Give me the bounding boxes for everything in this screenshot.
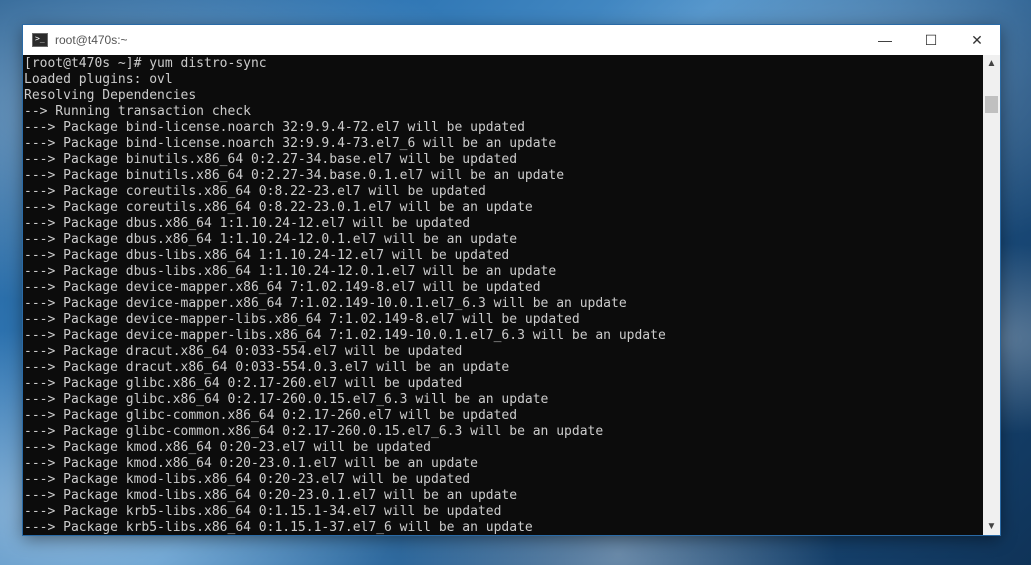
terminal-line: Loaded plugins: ovl <box>24 72 173 87</box>
title-bar[interactable]: >_ root@t470s:~ — ☐ ✕ <box>23 25 1000 55</box>
terminal-line: ---> Package glibc-common.x86_64 0:2.17-… <box>24 424 604 439</box>
terminal-line: ---> Package dbus.x86_64 1:1.10.24-12.el… <box>24 216 471 231</box>
scroll-thumb[interactable] <box>985 96 998 113</box>
terminal-line: ---> Package device-mapper-libs.x86_64 7… <box>24 312 580 327</box>
terminal-line: ---> Package coreutils.x86_64 0:8.22-23.… <box>24 200 533 215</box>
minimize-button[interactable]: — <box>862 25 908 55</box>
terminal-line: ---> Package dbus.x86_64 1:1.10.24-12.0.… <box>24 232 518 247</box>
terminal-output[interactable]: [root@t470s ~]# yum distro-sync Loaded p… <box>23 55 983 535</box>
terminal-line: ---> Package krb5-libs.x86_64 0:1.15.1-3… <box>24 520 533 535</box>
window-title: root@t470s:~ <box>55 33 128 47</box>
terminal-line: ---> Package dbus-libs.x86_64 1:1.10.24-… <box>24 264 557 279</box>
terminal-line: ---> Package kmod.x86_64 0:20-23.el7 wil… <box>24 440 431 455</box>
terminal-line: ---> Package kmod.x86_64 0:20-23.0.1.el7… <box>24 456 478 471</box>
scroll-up-arrow-icon[interactable]: ▲ <box>983 55 1000 72</box>
terminal-line: ---> Package binutils.x86_64 0:2.27-34.b… <box>24 168 565 183</box>
terminal-line: ---> Package device-mapper.x86_64 7:1.02… <box>24 296 627 311</box>
close-button[interactable]: ✕ <box>954 25 1000 55</box>
terminal-icon: >_ <box>32 33 48 47</box>
terminal-line: ---> Package krb5-libs.x86_64 0:1.15.1-3… <box>24 504 502 519</box>
terminal-line: ---> Package bind-license.noarch 32:9.9.… <box>24 120 525 135</box>
terminal-line: ---> Package device-mapper-libs.x86_64 7… <box>24 328 666 343</box>
terminal-line: ---> Package device-mapper.x86_64 7:1.02… <box>24 280 541 295</box>
terminal-line: ---> Package kmod-libs.x86_64 0:20-23.0.… <box>24 488 518 503</box>
terminal-line: ---> Package dracut.x86_64 0:033-554.el7… <box>24 344 463 359</box>
terminal-window[interactable]: >_ root@t470s:~ — ☐ ✕ [root@t470s ~]# yu… <box>23 25 1000 535</box>
terminal-line: Resolving Dependencies <box>24 88 197 103</box>
terminal-line: ---> Package dracut.x86_64 0:033-554.0.3… <box>24 360 510 375</box>
window-controls: — ☐ ✕ <box>862 25 1000 55</box>
terminal-line: --> Running transaction check <box>24 104 251 119</box>
scroll-down-arrow-icon[interactable]: ▼ <box>983 518 1000 535</box>
terminal-line: ---> Package coreutils.x86_64 0:8.22-23.… <box>24 184 486 199</box>
terminal-line: ---> Package kmod-libs.x86_64 0:20-23.el… <box>24 472 471 487</box>
terminal-line: [root@t470s ~]# yum distro-sync <box>24 56 267 71</box>
vertical-scrollbar[interactable]: ▲ ▼ <box>983 55 1000 535</box>
terminal-line: ---> Package glibc.x86_64 0:2.17-260.el7… <box>24 376 463 391</box>
terminal-line: ---> Package glibc.x86_64 0:2.17-260.0.1… <box>24 392 549 407</box>
terminal-line: ---> Package binutils.x86_64 0:2.27-34.b… <box>24 152 518 167</box>
terminal-line: ---> Package bind-license.noarch 32:9.9.… <box>24 136 557 151</box>
terminal-line: ---> Package dbus-libs.x86_64 1:1.10.24-… <box>24 248 510 263</box>
terminal-line: ---> Package glibc-common.x86_64 0:2.17-… <box>24 408 518 423</box>
maximize-button[interactable]: ☐ <box>908 25 954 55</box>
